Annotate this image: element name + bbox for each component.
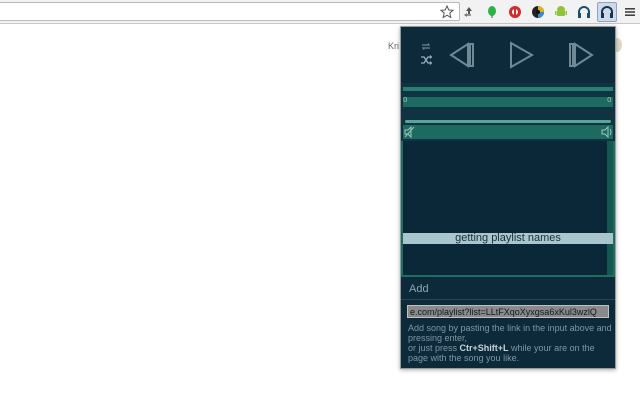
shuffle-icon[interactable]: [419, 54, 433, 65]
volume-track[interactable]: [403, 125, 613, 139]
color-wheel-icon[interactable]: [529, 3, 547, 21]
buffer-bar: [403, 87, 613, 91]
seek-bar[interactable]: [403, 97, 613, 107]
red-shield-icon[interactable]: [506, 3, 524, 21]
shortcut-keys: Ctr+Shift+L: [459, 343, 509, 353]
bookmark-star-icon[interactable]: [438, 3, 456, 21]
volume-up-icon[interactable]: [601, 125, 613, 139]
playlist-scrollbar[interactable]: [607, 141, 613, 275]
player-controls: [401, 27, 615, 83]
volume-mute-icon[interactable]: [404, 125, 416, 139]
green-leaf-icon[interactable]: [483, 3, 501, 21]
progress-section: 0 0: [401, 83, 615, 111]
player-popup: 0 0 getting playlist names Add Add song …: [400, 26, 616, 369]
page-partial-text: Kri: [388, 41, 399, 51]
total-time-label: 0: [607, 96, 612, 104]
add-label: Add: [409, 283, 429, 295]
song-url-input[interactable]: [407, 305, 609, 318]
android-icon[interactable]: [552, 3, 570, 21]
play-icon[interactable]: [507, 40, 535, 70]
headphones-icon[interactable]: [575, 3, 593, 21]
add-help-text: Add song by pasting the link in the inpu…: [408, 323, 612, 363]
menu-icon[interactable]: [621, 3, 639, 21]
address-bar[interactable]: [0, 2, 460, 21]
recycle-icon[interactable]: [460, 3, 478, 21]
volume-slider[interactable]: [405, 120, 611, 123]
headphones-active-icon[interactable]: [597, 2, 617, 22]
playlist-status: getting playlist names: [403, 233, 613, 244]
playlist-panel: getting playlist names: [401, 141, 615, 277]
repeat-icon[interactable]: [419, 41, 433, 51]
volume-section: [401, 111, 615, 141]
add-section-header: Add: [401, 279, 615, 300]
help-line-1: Add song by pasting the link in the inpu…: [408, 323, 612, 343]
previous-icon[interactable]: [447, 41, 477, 69]
next-icon[interactable]: [566, 41, 596, 69]
help-line-2-prefix: or just press: [408, 343, 460, 353]
browser-toolbar: [0, 0, 640, 24]
elapsed-time-label: 0: [403, 96, 408, 104]
